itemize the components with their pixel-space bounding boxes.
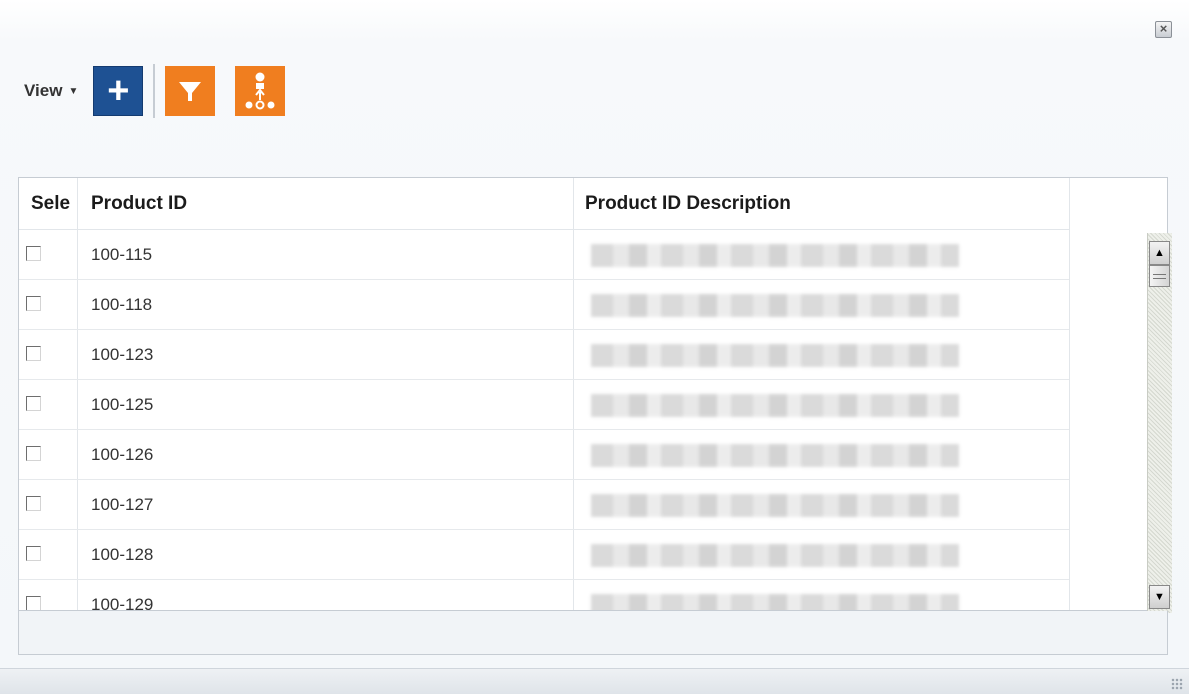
row-checkbox[interactable] (26, 446, 41, 461)
table-footer (18, 611, 1168, 655)
product-id-cell: 100-115 (91, 245, 153, 264)
product-picker-dialog: × View ▼ + Sele Product ID Product ID De… (0, 0, 1189, 694)
resize-grip-icon[interactable] (1171, 678, 1183, 690)
row-checkbox[interactable] (26, 496, 41, 511)
product-id-cell: 100-129 (91, 595, 154, 611)
scroll-up-icon[interactable]: ▲ (1149, 241, 1170, 265)
table-header: Sele Product ID Product ID Description (19, 178, 1069, 230)
product-id-cell: 100-128 (91, 545, 154, 564)
product-id-cell: 100-125 (91, 395, 154, 414)
status-bar (0, 668, 1189, 694)
redacted-description (591, 244, 959, 267)
caret-down-icon: ▼ (68, 85, 79, 97)
product-table: Sele Product ID Product ID Description 1… (18, 177, 1168, 611)
product-id-cell: 100-127 (91, 495, 154, 514)
product-id-cell: 100-123 (91, 345, 154, 364)
row-checkbox[interactable] (26, 246, 41, 261)
redacted-description (591, 544, 959, 567)
redacted-description (591, 394, 959, 417)
table-row[interactable]: 100-115 (19, 230, 1069, 280)
product-id-cell: 100-118 (91, 295, 153, 314)
scrollbar-track[interactable] (1147, 233, 1172, 613)
redacted-description (591, 294, 959, 317)
plus-icon: + (107, 70, 130, 112)
hierarchy-icon (245, 72, 275, 110)
column-header-product-id[interactable]: Product ID (91, 178, 561, 230)
redacted-description (591, 594, 959, 610)
table-row[interactable]: 100-126 (19, 430, 1069, 480)
toolbar: View ▼ + (24, 64, 286, 118)
filter-button[interactable] (165, 66, 216, 116)
add-button[interactable]: + (93, 66, 144, 116)
table-row[interactable]: 100-123 (19, 330, 1069, 380)
redacted-description (591, 344, 959, 367)
scroll-down-icon[interactable]: ▼ (1149, 585, 1170, 609)
hierarchy-button[interactable] (235, 66, 286, 116)
table-row[interactable]: 100-128 (19, 530, 1069, 580)
close-icon[interactable]: × (1155, 21, 1172, 38)
column-header-select[interactable]: Sele (31, 178, 73, 230)
view-menu-label: View (24, 81, 63, 100)
view-menu[interactable]: View ▼ (24, 81, 78, 101)
row-checkbox[interactable] (26, 396, 41, 411)
table-row[interactable]: 100-125 (19, 380, 1069, 430)
row-checkbox[interactable] (26, 546, 41, 561)
scrollbar-thumb[interactable] (1149, 265, 1170, 287)
table-row[interactable]: 100-129 (19, 580, 1069, 611)
toolbar-divider (153, 64, 156, 118)
column-header-product-description[interactable]: Product ID Description (585, 178, 1055, 230)
row-checkbox[interactable] (26, 346, 41, 361)
product-id-cell: 100-126 (91, 445, 154, 464)
redacted-description (591, 444, 959, 467)
column-divider (1069, 178, 1070, 610)
table-row[interactable]: 100-118 (19, 280, 1069, 330)
row-checkbox[interactable] (26, 296, 41, 311)
filter-icon (179, 82, 202, 101)
vertical-scrollbar[interactable]: ▲ ▼ (1147, 233, 1172, 613)
redacted-description (591, 494, 959, 517)
row-checkbox[interactable] (26, 596, 41, 610)
table-row[interactable]: 100-127 (19, 480, 1069, 530)
